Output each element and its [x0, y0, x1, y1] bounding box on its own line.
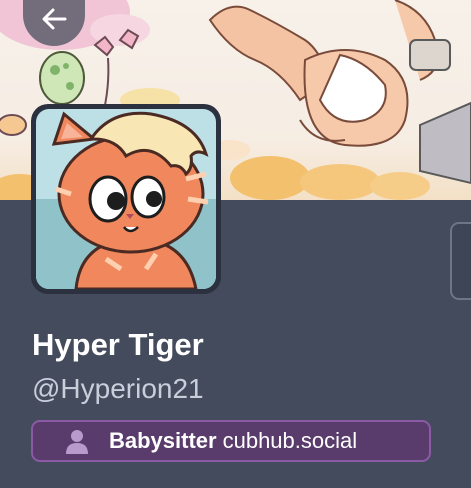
user-handle: @Hyperion21: [32, 373, 204, 404]
role-server: cubhub.social: [222, 428, 358, 453]
display-name: Hyper Tiger: [32, 327, 204, 362]
avatar-image: [36, 109, 216, 289]
person-icon: [63, 427, 91, 455]
avatar[interactable]: [31, 104, 221, 294]
role-name: Babysitter: [109, 428, 217, 453]
side-panel-tab[interactable]: [450, 222, 471, 300]
role-badge[interactable]: Babysitter cubhub.social: [31, 420, 431, 462]
arrow-left-icon: [42, 8, 67, 30]
